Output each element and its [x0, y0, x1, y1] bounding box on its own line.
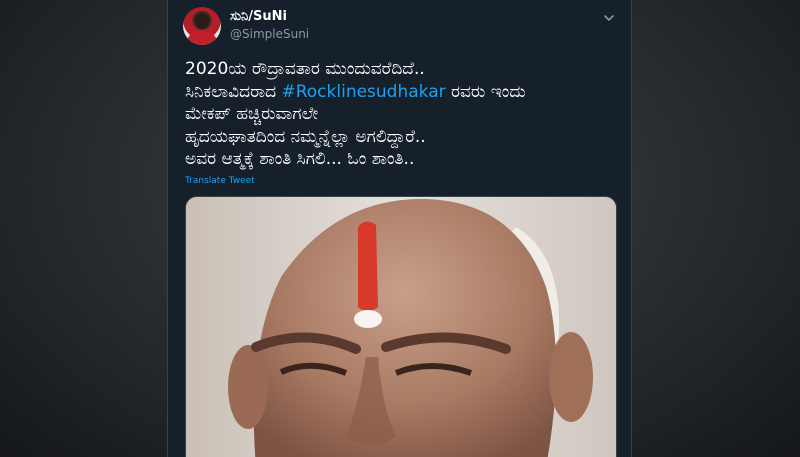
tweet-line-text: ಹೃದಯಘಾತದಿಂದ ನಮ್ಮನ್ನೆಲ್ಲಾ ಅಗಲಿದ್ದಾರೆ..	[185, 126, 426, 147]
chevron-down-icon[interactable]	[602, 10, 616, 24]
tweet-line-text: ಸಿನಿಕಲಾವಿದರಾದ	[185, 81, 282, 102]
tweet-line: ಅವರ ಆತ್ಮಕ್ಕೆ ಶಾಂತಿ ಸಿಗಲಿ... ಓಂ ಶಾಂತಿ..	[185, 148, 620, 171]
avatar-face	[195, 13, 209, 29]
tweet-line-text: 2020ಯ ರೌದ್ರಾವತಾರ ಮುಂದುವರೆದಿದೆ..	[185, 59, 425, 79]
tweet-line: ಸಿನಿಕಲಾವಿದರಾದ #Rocklinesudhakar ರವರು ಇಂದ…	[185, 81, 620, 104]
tweet-line-text: ರವರು ಇಂದು	[445, 81, 526, 102]
author-name[interactable]: ಸುನಿ/SuNi	[230, 9, 287, 24]
avatar-shirt	[187, 31, 217, 45]
translate-tweet-link[interactable]: Translate Tweet	[185, 176, 255, 186]
tweet-line: ಹೃದಯಘಾತದಿಂದ ನಮ್ಮನ್ನೆಲ್ಲಾ ಅಗಲಿದ್ದಾರೆ..	[185, 126, 620, 149]
avatar[interactable]	[183, 7, 221, 45]
tweet-media-photo[interactable]	[185, 196, 617, 457]
portrait-photo	[186, 197, 616, 457]
tweet-line: 2020ಯ ರೌದ್ರಾವತಾರ ಮುಂದುವರೆದಿದೆ..	[185, 58, 620, 81]
hashtag-link[interactable]: #Rocklinesudhakar	[281, 82, 445, 102]
tweet-text: 2020ಯ ರೌದ್ರಾವತಾರ ಮುಂದುವರೆದಿದೆ.. ಸಿನಿಕಲಾವ…	[185, 58, 620, 171]
tweet-line-text: ಅವರ ಆತ್ಮಕ್ಕೆ ಶಾಂತಿ ಸಿಗಲಿ... ಓಂ ಶಾಂತಿ..	[185, 149, 415, 169]
tweet-card: ಸುನಿ/SuNi @SimpleSuni 2020ಯ ರೌದ್ರಾವತಾರ ಮ…	[167, 0, 632, 457]
tweet-line-text: ಮೇಕಪ್ ಹಚ್ಚಿರುವಾಗಲೇ	[185, 104, 319, 124]
tweet-line: ಮೇಕಪ್ ಹಚ್ಚಿರುವಾಗಲೇ	[185, 103, 620, 126]
author-handle[interactable]: @SimpleSuni	[230, 27, 309, 41]
